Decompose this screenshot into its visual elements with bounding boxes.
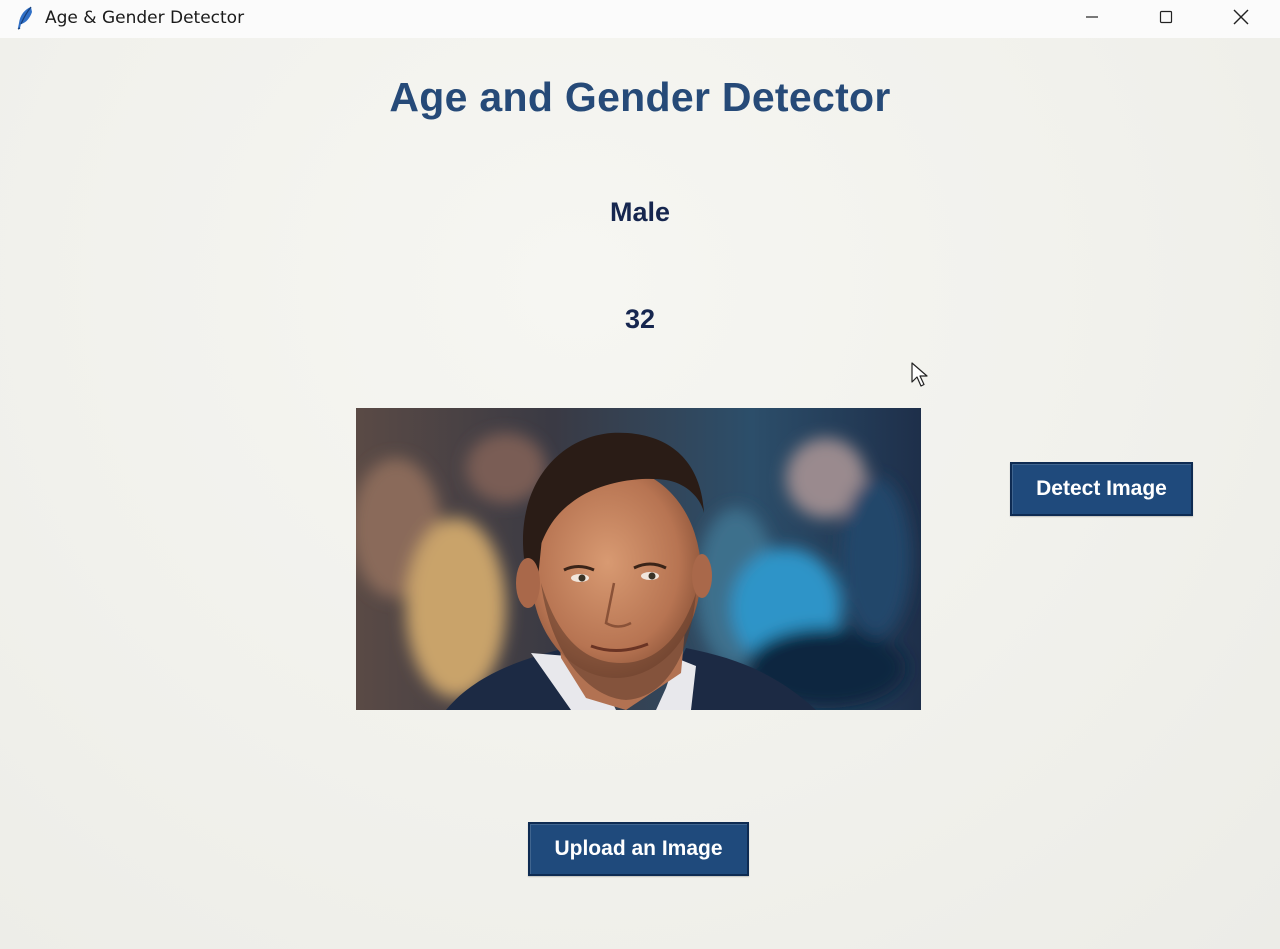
minimize-button[interactable] xyxy=(1063,0,1121,38)
upload-image-button[interactable]: Upload an Image xyxy=(528,822,749,876)
mouse-cursor-icon xyxy=(911,362,929,388)
minimize-icon xyxy=(1084,9,1100,30)
maximize-icon xyxy=(1158,9,1174,30)
window-title: Age & Gender Detector xyxy=(45,8,245,28)
app-window: Age & Gender Detector Age and Gender Det… xyxy=(0,0,1280,949)
feather-icon xyxy=(14,6,36,30)
detect-image-button[interactable]: Detect Image xyxy=(1010,462,1193,516)
gender-result: Male xyxy=(609,197,671,227)
title-bar[interactable]: Age & Gender Detector xyxy=(0,0,1280,38)
close-button[interactable] xyxy=(1212,0,1270,38)
page-title: Age and Gender Detector xyxy=(389,74,891,120)
close-icon xyxy=(1232,8,1250,31)
uploaded-face-photo xyxy=(356,408,921,710)
maximize-button[interactable] xyxy=(1137,0,1195,38)
age-result: 32 xyxy=(624,304,656,334)
